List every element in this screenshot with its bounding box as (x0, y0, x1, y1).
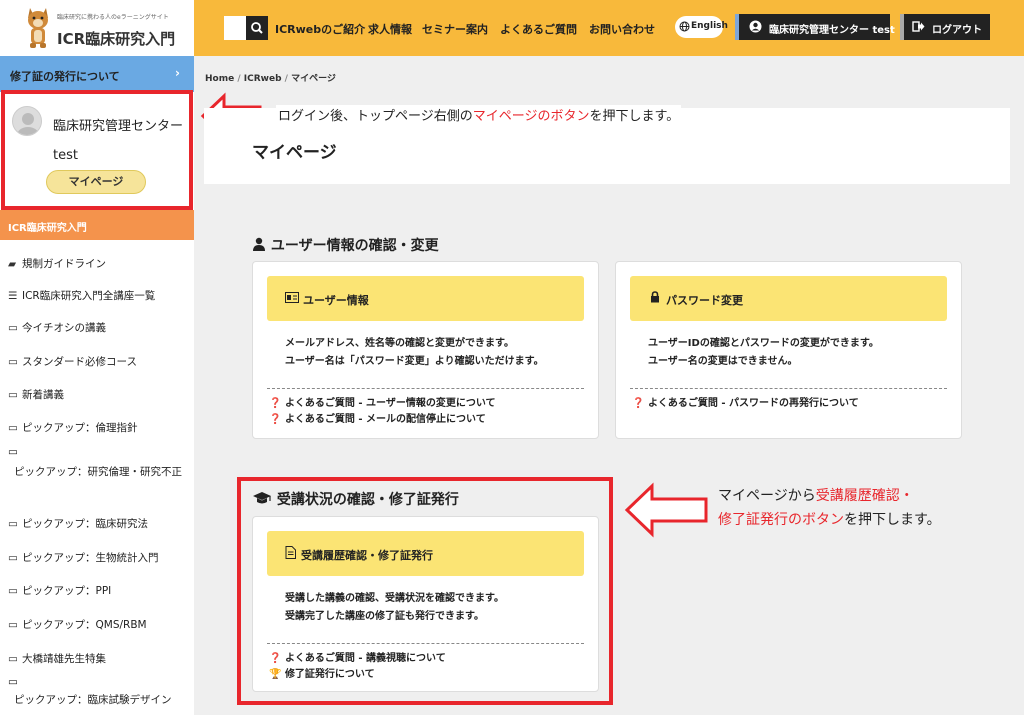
logo-subtitle: 臨床研究に携わる人のeラーニングサイト (57, 14, 169, 21)
list-icon: ☰ (8, 290, 18, 302)
book-icon: ▰ (8, 258, 17, 270)
faq-links: ❓ よくあるご質問 - パスワードの再発行について (632, 396, 859, 412)
logout-button[interactable]: ログアウト (900, 14, 990, 40)
logo-title: ICR臨床研究入門 (57, 30, 176, 48)
user-info-button[interactable]: ユーザー情報 (267, 276, 584, 321)
nav-link-jobs[interactable]: 求人情報 (368, 21, 412, 37)
lock-icon (651, 291, 659, 303)
page-title: マイページ (252, 143, 337, 163)
globe-icon (679, 21, 690, 32)
nav-link-about[interactable]: ICRwebのご紹介 (275, 21, 365, 37)
sidebar-item-ohashi-feature[interactable]: ▭ 大橋靖雄先生特集 (8, 651, 106, 666)
id-card-icon (285, 292, 299, 303)
faq-link-user-info-change[interactable]: ❓ よくあるご質問 - ユーザー情報の変更について (269, 396, 496, 412)
breadcrumb: Home / ICRweb / マイページ (205, 74, 336, 84)
annotation-step-1: ログイン後、トップページ右側のマイページのボタンを押下します。 (276, 105, 682, 124)
sidebar-item-research-ethics[interactable]: ▭ ピックアップ：研究倫理・研究不正 (8, 446, 184, 480)
sidebar-item-new-lectures[interactable]: ▭ 新着講義 (8, 387, 64, 402)
breadcrumb-icrweb[interactable]: ICRweb (244, 74, 282, 84)
nav-link-faq[interactable]: よくあるご質問 (500, 21, 577, 37)
search-icon (251, 22, 263, 34)
chevron-right-icon: › (175, 66, 180, 80)
user-account-label: 臨床研究管理センター test (769, 25, 895, 36)
nav-link-seminars[interactable]: セミナー案内 (422, 21, 488, 37)
search-button[interactable] (246, 16, 268, 40)
language-switch-button[interactable]: English (675, 16, 728, 38)
question-circle-icon: ❓ (269, 414, 282, 425)
sidebar-item-guidelines[interactable]: ▰ 規制ガイドライン (8, 256, 106, 271)
divider (630, 388, 947, 389)
divider (267, 388, 584, 389)
folder-icon: ▭ (8, 518, 18, 530)
sidebar-item-ppi[interactable]: ▭ ピックアップ：PPI (8, 583, 111, 598)
highlight-box-mypage (1, 90, 193, 210)
sidebar-item-label: 修了証の発行について (10, 70, 120, 83)
annotation-step-2: マイページから受講履歴確認・ 修了証発行のボタンを押下します。 (718, 488, 941, 528)
highlight-box-course-section (237, 477, 613, 705)
faq-links: ❓ よくあるご質問 - ユーザー情報の変更について ❓ よくあるご質問 - メー… (269, 396, 496, 428)
user-account-button[interactable]: 臨床研究管理センター test (735, 14, 895, 40)
user-icon (253, 237, 265, 251)
card-description: ユーザーIDの確認とパスワードの変更ができます。 ユーザー名の変更はできません。 (648, 338, 879, 367)
sidebar-item-trial-design[interactable]: ▭ ピックアップ：臨床試験デザイン (8, 676, 172, 707)
user-circle-icon (749, 20, 762, 33)
dog-mascot-icon (28, 8, 48, 48)
faq-link-password-reissue[interactable]: ❓ よくあるご質問 - パスワードの再発行について (632, 396, 859, 412)
folder-icon: ▭ (8, 446, 18, 458)
sidebar-item-certificate[interactable]: 修了証の発行について › (0, 56, 194, 92)
sidebar-section-label: ICR臨床研究入門 (8, 223, 87, 234)
nav-link-contact[interactable]: お問い合わせ (589, 21, 655, 37)
sidebar-item-standard-course[interactable]: ▭ スタンダード必修コース (8, 354, 137, 369)
question-circle-icon: ❓ (632, 398, 645, 409)
arrow-left-icon (624, 482, 708, 538)
folder-icon: ▭ (8, 676, 18, 688)
card-password: パスワード変更 ユーザーIDの確認とパスワードの変更ができます。 ユーザー名の変… (615, 261, 962, 439)
question-circle-icon: ❓ (269, 398, 282, 409)
faq-link-mail-stop[interactable]: ❓ よくあるご質問 - メールの配信停止について (269, 412, 496, 428)
sidebar-item-recommended[interactable]: ▭ 今イチオシの講義 (8, 320, 106, 335)
folder-icon: ▭ (8, 552, 18, 564)
folder-icon: ▭ (8, 585, 18, 597)
top-header: 臨床研究に携わる人のeラーニングサイト ICR臨床研究入門 ICRwebのご紹介… (0, 0, 1024, 56)
breadcrumb-home[interactable]: Home (205, 74, 234, 84)
section-heading-user-info: ユーザー情報の確認・変更 (252, 235, 439, 255)
sidebar-item-ethics-guideline[interactable]: ▭ ピックアップ：倫理指針 (8, 420, 138, 435)
breadcrumb-current: マイページ (291, 74, 336, 84)
sidebar-item-all-courses[interactable]: ☰ ICR臨床研究入門全講座一覧 (8, 288, 155, 303)
folder-icon: ▭ (8, 619, 18, 631)
logout-label: ログアウト (932, 25, 982, 36)
folder-icon: ▭ (8, 653, 18, 665)
sidebar-section-header[interactable]: ICR臨床研究入門 (0, 210, 194, 240)
card-user-info: ユーザー情報 メールアドレス、姓名等の確認と変更ができます。 ユーザー名は「パス… (252, 261, 599, 439)
card-description: メールアドレス、姓名等の確認と変更ができます。 ユーザー名は「パスワード変更」よ… (285, 338, 544, 367)
folder-icon: ▭ (8, 356, 18, 368)
site-logo[interactable]: 臨床研究に携わる人のeラーニングサイト ICR臨床研究入門 (0, 0, 194, 56)
password-change-button[interactable]: パスワード変更 (630, 276, 947, 321)
sidebar-item-qms-rbm[interactable]: ▭ ピックアップ：QMS/RBM (8, 617, 147, 632)
sidebar-item-biostatistics[interactable]: ▭ ピックアップ：生物統計入門 (8, 550, 159, 565)
folder-icon: ▭ (8, 389, 18, 401)
folder-icon: ▭ (8, 322, 18, 334)
logout-icon (912, 21, 925, 32)
folder-icon: ▭ (8, 422, 18, 434)
search-input[interactable] (224, 16, 246, 40)
language-label: English (691, 21, 728, 31)
sidebar-item-clinical-research-act[interactable]: ▭ ピックアップ：臨床研究法 (8, 516, 148, 531)
